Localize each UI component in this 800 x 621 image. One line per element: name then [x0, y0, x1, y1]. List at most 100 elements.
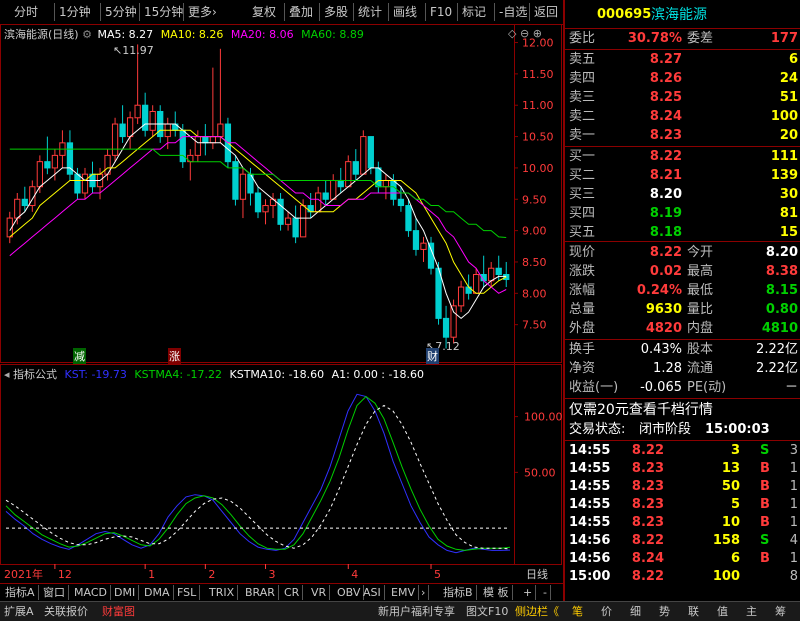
candle-body — [134, 104, 141, 119]
new-user-benefit-link[interactable]: 新用户福利专享 — [378, 604, 455, 619]
x-tick-label: 4 — [351, 568, 358, 581]
indicator-tab-16[interactable]: + — [520, 585, 537, 600]
legend-ma5: MA5: 8.27 — [97, 28, 154, 41]
event-marker-increase[interactable]: 涨 — [168, 348, 181, 364]
bid-price: 8.19 — [649, 206, 682, 221]
indicator-tab-13[interactable]: › — [418, 585, 430, 600]
chart-area[interactable]: 12.0011.5011.0010.5010.009.509.008.508.0… — [0, 24, 563, 583]
indicator-tab-5[interactable]: FSL — [174, 585, 201, 600]
indicator-tab-3[interactable]: DMI — [111, 585, 140, 600]
indicator-tab-9[interactable]: VR — [308, 585, 331, 600]
detail-tab-7[interactable]: 筹 — [775, 604, 786, 619]
x-year-label: 2021年 — [4, 567, 43, 581]
indicator-tab-0[interactable]: 指标A — [2, 585, 39, 600]
settings-icon[interactable]: ⚙ — [82, 28, 92, 41]
indicator-tab-15[interactable]: 模 板 — [480, 585, 513, 600]
bid-level: 买四 8.19 81 — [565, 205, 800, 223]
detail-tab-2[interactable]: 细 — [630, 604, 641, 619]
tick-row: 14:55 8.23 13 B 1 — [565, 460, 800, 478]
indicator-tab-6[interactable]: TRIX — [206, 585, 239, 600]
ask-level: 卖三 8.25 51 — [565, 89, 800, 107]
indicator-legend: ◂ 指标公式 KST: -19.73 KSTMA4: -17.22 KSTMA1… — [4, 366, 424, 382]
f10-button[interactable]: F10 — [425, 3, 452, 21]
candle-body — [300, 205, 307, 238]
main-legend: 滨海能源(日线) ⚙ MA5: 8.27 MA10: 8.26 MA20: 8.… — [4, 26, 364, 42]
tab-5min[interactable]: 5分钟 — [100, 3, 137, 21]
wealth-chart-button[interactable]: 财富图 — [102, 604, 135, 619]
quote-value: 4820 — [645, 321, 682, 336]
tab-more[interactable]: 更多› — [183, 3, 217, 21]
detail-tab-3[interactable]: 势 — [659, 604, 670, 619]
overlay-button[interactable]: 叠加 — [284, 3, 313, 21]
ask-volume: 51 — [779, 90, 798, 105]
indicator-tab-14[interactable]: 指标B — [440, 585, 477, 600]
fin-value: -0.065 — [640, 380, 682, 395]
y-tick-label: 8.50 — [522, 256, 547, 269]
indicator-tab-12[interactable]: EMV — [388, 585, 419, 600]
tab-1min[interactable]: 1分钟 — [54, 3, 91, 21]
legend-kstma10: KSTMA10: -18.60 — [229, 368, 325, 381]
candle-body — [232, 161, 239, 200]
tab-15min[interactable]: 15分钟 — [139, 3, 183, 21]
tick-row: 14:56 8.22 158 S 4 — [565, 532, 800, 550]
detail-tab-0[interactable]: 笔 — [572, 604, 583, 619]
sidebar-toggle[interactable]: 侧边栏《 — [515, 604, 559, 619]
f10-text-button[interactable]: 图文F10 — [466, 604, 508, 619]
legend-ma60: MA60: 8.89 — [301, 28, 364, 41]
tick-price: 8.23 — [631, 479, 664, 494]
indicator-line-kst — [5, 393, 511, 554]
indicator-tab-7[interactable]: BRAR — [242, 585, 279, 600]
fin-label: 股本 — [687, 342, 714, 357]
minus-icon[interactable]: ⊖ — [520, 27, 529, 40]
statistics-button[interactable]: 统计 — [353, 3, 382, 21]
fin-value: 2.22亿 — [756, 342, 798, 357]
candle-body — [337, 179, 344, 188]
tick-price: 8.22 — [631, 533, 664, 548]
adjust-button[interactable]: 复权 — [252, 3, 276, 21]
detail-tab-6[interactable]: 主 — [746, 604, 757, 619]
tick-volume: 5 — [730, 497, 740, 512]
candle-body — [254, 192, 262, 213]
quote-label: 现价 — [569, 245, 596, 260]
draw-line-button[interactable]: 画线 — [388, 3, 417, 21]
indicator-tab-11[interactable]: ASI — [360, 585, 385, 600]
bid-price: 8.21 — [649, 168, 682, 183]
plus-icon[interactable]: ⊕ — [533, 27, 542, 40]
bid-volume: 111 — [770, 149, 798, 164]
detail-tab-1[interactable]: 价 — [601, 604, 612, 619]
ask-label: 卖一 — [569, 128, 596, 143]
remove-watchlist-button[interactable]: -自选 — [494, 3, 527, 21]
candle-body — [217, 123, 224, 138]
related-quote-button[interactable]: 关联报价 — [44, 604, 88, 619]
quote-label: 内盘 — [687, 321, 714, 336]
indicator-tab-4[interactable]: DMA — [141, 585, 174, 600]
weibi-row: 委比 30.78% 委差 177 — [569, 31, 798, 46]
tick-price: 8.24 — [631, 551, 664, 566]
detail-tab-4[interactable]: 联 — [688, 604, 699, 619]
quote-value: 9630 — [645, 302, 682, 317]
indicator-tab-17[interactable]: - — [540, 585, 551, 600]
back-button[interactable]: 返回 — [529, 3, 558, 21]
tick-time: 15:00 — [569, 569, 611, 584]
tab-intraday[interactable]: 分时 — [14, 3, 38, 21]
event-marker-reduce[interactable]: 减 — [73, 348, 86, 364]
tick-count: 3 — [789, 443, 798, 458]
chart-frame — [0, 24, 562, 565]
tick-volume: 10 — [721, 515, 740, 530]
bid-price: 8.22 — [649, 149, 682, 164]
expand-icon[interactable]: ◂ — [4, 368, 10, 381]
quote-value: 8.15 — [765, 283, 798, 298]
bid-label: 买一 — [569, 149, 596, 164]
multi-stock-button[interactable]: 多股 — [319, 3, 348, 21]
promo-link[interactable]: 仅需20元查看千档行情 — [565, 401, 800, 419]
indicator-tab-8[interactable]: CR — [281, 585, 304, 600]
window-controls[interactable]: ◇ ⊖ ⊕ — [508, 27, 542, 40]
settings-diamond-icon[interactable]: ◇ — [508, 27, 516, 40]
indicator-tab-1[interactable]: 窗口 — [40, 585, 69, 600]
event-marker-finance[interactable]: 财 — [426, 348, 439, 364]
mark-button[interactable]: 标记 — [457, 3, 486, 21]
extend-a-button[interactable]: 扩展A — [4, 604, 34, 619]
detail-tab-5[interactable]: 值 — [717, 604, 728, 619]
indicator-tab-2[interactable]: MACD — [71, 585, 111, 600]
indicator-title: 指标公式 — [13, 368, 58, 381]
